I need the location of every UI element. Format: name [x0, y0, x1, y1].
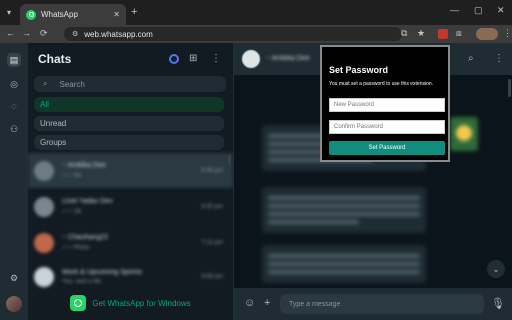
contact-avatar[interactable] — [242, 50, 260, 68]
extensions-puzzle-icon[interactable]: ⧈ — [456, 28, 462, 39]
conversation-scrollbar[interactable] — [508, 79, 511, 97]
chat-preview: You: sent a file — [62, 278, 102, 285]
chat-time: 7:12 pm — [201, 239, 223, 246]
get-whatsapp-label: Get WhatsApp for Windows — [92, 298, 191, 308]
microphone-icon[interactable]: 🎙 — [491, 297, 505, 310]
new-chat-icon[interactable]: ⊞ — [189, 53, 197, 64]
filter-unread[interactable]: Unread — [34, 116, 224, 131]
contact-name: ~ Ambika Dee — [266, 55, 310, 62]
tab-whatsapp[interactable]: WhatsApp ✕ — [20, 4, 126, 25]
tab-title: WhatsApp — [41, 10, 78, 19]
get-whatsapp-windows-link[interactable]: Get WhatsApp for Windows — [28, 286, 233, 320]
filter-groups[interactable]: Groups — [34, 135, 224, 150]
popup-description: You must set a password to use this exte… — [329, 81, 434, 87]
chat-list-item[interactable]: Linet Yadav Dev ✓✓ Ok 8:30 pm — [28, 189, 233, 224]
search-icon: ⌕ — [43, 79, 48, 88]
chats-icon[interactable]: ▤ — [7, 53, 21, 67]
menu-icon[interactable]: ⋮ — [211, 53, 221, 64]
new-tab-button[interactable]: + — [131, 6, 137, 18]
back-button[interactable]: ← — [6, 28, 15, 38]
whatsapp-logo-icon — [70, 295, 87, 311]
message-bubble — [262, 187, 426, 233]
close-window-button[interactable]: ✕ — [497, 5, 505, 16]
browser-toolbar: ← → ⟳ ⚙ web.whatsapp.com ⧉ ★ ⧈ ⋮ — [0, 25, 512, 43]
nav-rail: ▤ ◎ ◌ ⚇ ⚙ — [0, 43, 28, 320]
chat-preview: ✓✓ No — [62, 173, 82, 179]
chat-avatar — [34, 160, 54, 181]
status-icon[interactable]: ◎ — [7, 77, 21, 91]
search-icon[interactable]: ⌕ — [468, 53, 474, 64]
whatsapp-favicon-icon — [26, 9, 36, 20]
popup-title: Set Password — [329, 65, 389, 75]
scroll-down-button[interactable]: ⌄ — [487, 260, 505, 278]
minimize-button[interactable]: — — [450, 5, 459, 15]
browser-tab-bar: ▾ WhatsApp ✕ + — ▢ ✕ — [0, 0, 512, 25]
chat-name: ~ Chauhang22 — [62, 234, 109, 241]
attach-plus-icon[interactable]: + — [264, 297, 270, 309]
image-message — [450, 117, 478, 151]
chat-avatar — [34, 232, 54, 253]
composer-bar: ☺ + Type a message 🎙 — [234, 288, 512, 320]
menu-icon[interactable]: ⋮ — [494, 53, 504, 64]
chat-avatar — [34, 266, 54, 287]
chat-preview: ✓✓ Photo — [62, 245, 90, 251]
maximize-button[interactable]: ▢ — [474, 5, 483, 16]
bookmark-star-icon[interactable]: ★ — [417, 28, 425, 39]
confirm-password-field[interactable]: Confirm Password — [329, 120, 445, 134]
message-input[interactable]: Type a message — [280, 294, 484, 314]
message-bubble — [262, 245, 426, 283]
address-bar[interactable]: ⚙ web.whatsapp.com — [64, 27, 402, 41]
chat-time: 8:45 pm — [201, 167, 223, 174]
chat-list-panel: Chats ⊞ ⋮ ⌕ Search All Unread Groups ~ A… — [28, 43, 234, 320]
filter-all[interactable]: All — [34, 97, 224, 112]
set-password-button[interactable]: Set Password — [329, 141, 445, 155]
chat-list-item[interactable]: ~ Chauhang22 ✓✓ Photo 7:12 pm — [28, 225, 233, 260]
chat-preview: ✓✓ Ok — [62, 209, 82, 215]
chat-time: 6:58 pm — [201, 273, 223, 280]
extension-lock-icon[interactable] — [438, 29, 448, 39]
profile-avatar[interactable] — [476, 28, 498, 40]
browser-menu-icon[interactable]: ⋮ — [503, 28, 512, 39]
tab-close-icon[interactable]: ✕ — [113, 10, 120, 19]
settings-icon[interactable]: ⚙ — [7, 271, 21, 285]
chat-list-item[interactable]: ~ Ambika Dee ✓✓ No 8:45 pm — [28, 153, 233, 188]
meta-ai-icon[interactable] — [169, 54, 179, 64]
address-url: web.whatsapp.com — [84, 29, 153, 39]
new-password-field[interactable]: New Password — [329, 98, 445, 112]
user-avatar[interactable] — [6, 296, 22, 312]
chat-name: Work & Upcoming Sprints — [62, 268, 143, 276]
install-app-icon[interactable]: ⧉ — [401, 28, 407, 39]
communities-icon[interactable]: ⚇ — [7, 122, 21, 136]
forward-button[interactable]: → — [22, 28, 31, 38]
emoji-icon[interactable]: ☺ — [244, 297, 255, 309]
chat-time: 8:30 pm — [201, 203, 223, 210]
chat-list-scrollbar[interactable] — [228, 155, 231, 165]
tab-search-icon[interactable]: ▾ — [4, 8, 14, 18]
chat-name: ~ Ambika Dee — [62, 162, 106, 169]
channels-icon[interactable]: ◌ — [7, 99, 21, 113]
search-placeholder: Search — [59, 79, 85, 89]
chat-avatar — [34, 196, 54, 217]
site-info-icon[interactable]: ⚙ — [72, 30, 78, 38]
reload-button[interactable]: ⟳ — [40, 28, 48, 39]
chat-name: Linet Yadav Dev — [62, 198, 113, 205]
extension-popup: Set Password You must set a password to … — [320, 45, 450, 162]
chats-title: Chats — [38, 52, 72, 66]
search-input[interactable]: ⌕ Search — [34, 76, 226, 92]
